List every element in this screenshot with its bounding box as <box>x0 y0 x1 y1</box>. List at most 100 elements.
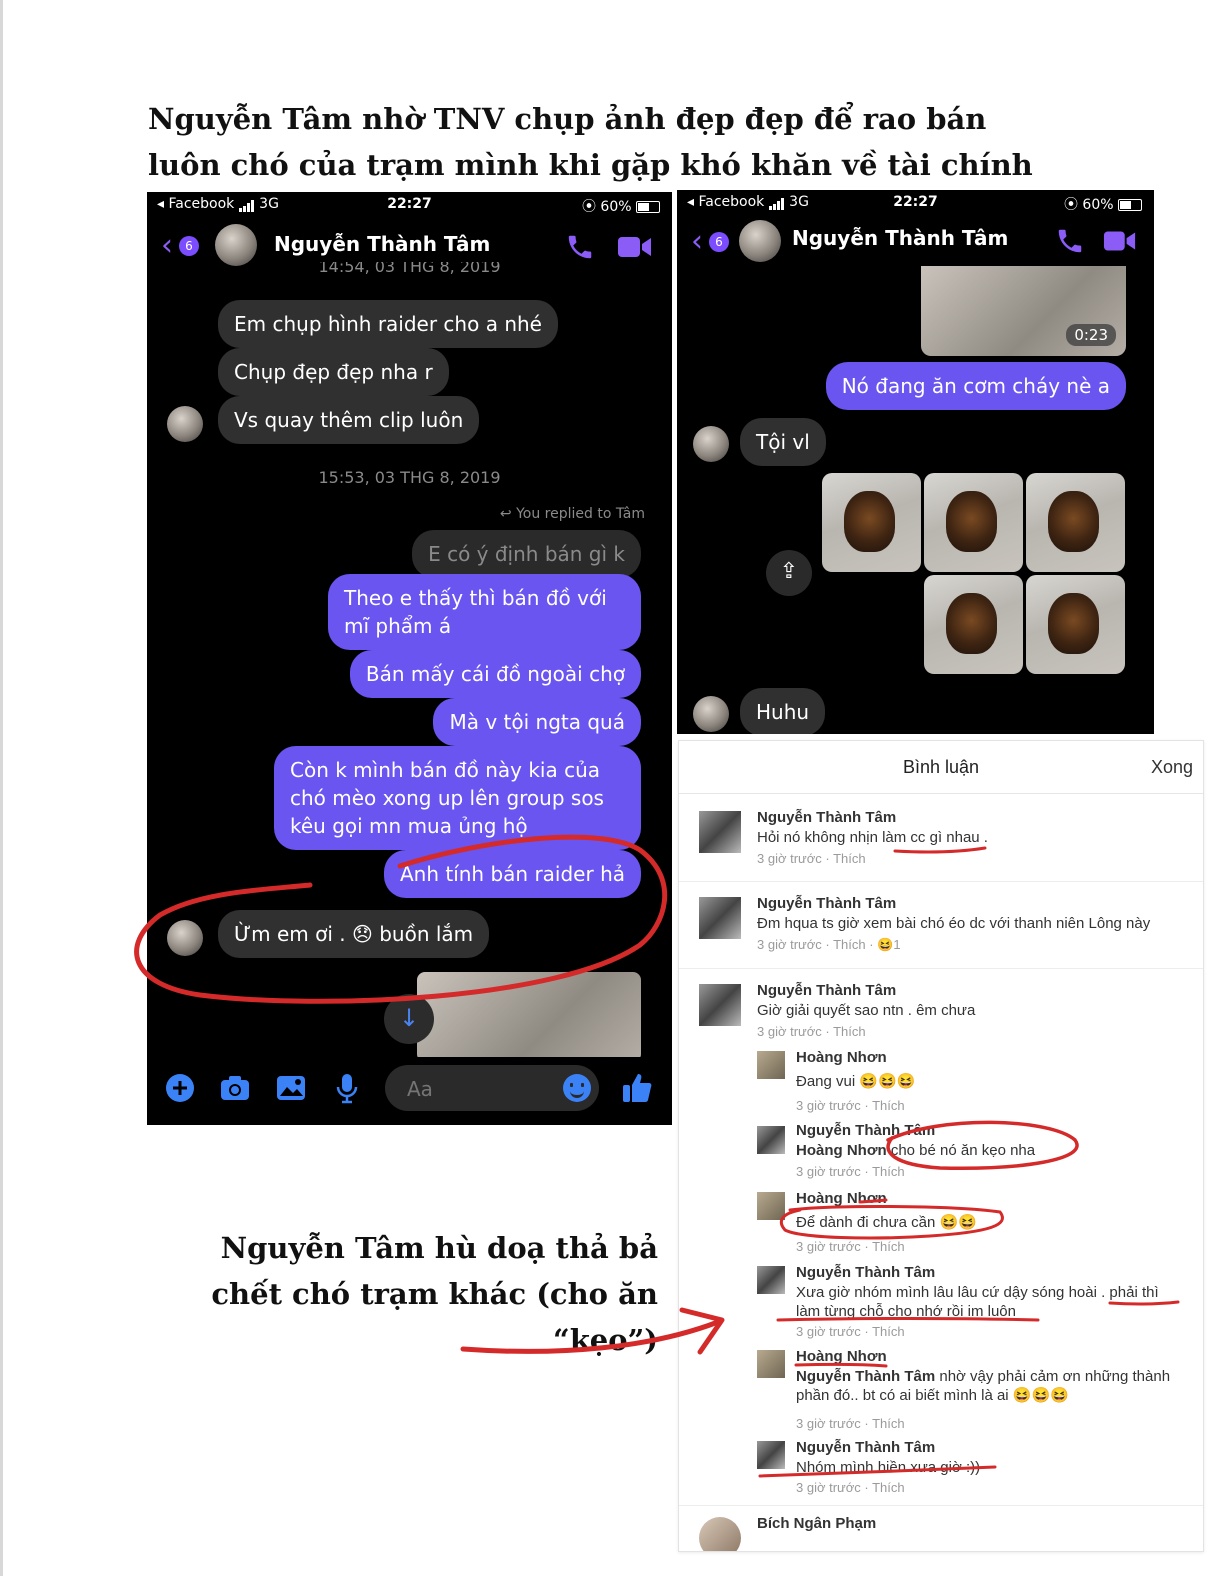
contact-name[interactable]: Nguyễn Thành Tâm <box>274 232 490 256</box>
comments-title: Bình luận <box>902 757 980 777</box>
comment-text: Hỏi nó không nhịn làm cc gì nhau . <box>757 829 988 846</box>
messenger-screenshot-right: ◂ Facebook 3G 22:27 ⦿ 60% ‹ 6 Nguyễn Thàn… <box>677 190 1154 734</box>
dog-photo[interactable] <box>1026 575 1125 674</box>
timestamp: 15:53, 03 THG 8, 2019 <box>318 468 501 487</box>
sender-avatar[interactable] <box>167 406 203 442</box>
reply-icon: ↩ <box>499 506 512 522</box>
heading-bottom: Nguyễn Tâm hù doạ thả bả chết chó trạm k… <box>211 1231 658 1357</box>
commenter-avatar[interactable] <box>757 1051 785 1079</box>
comment-meta[interactable]: 3 giờ trước · Thích <box>796 1098 905 1113</box>
divider <box>679 881 1203 882</box>
message-incoming[interactable]: Tội vl <box>740 418 826 466</box>
video-call-icon[interactable] <box>1103 228 1137 254</box>
dog-photo[interactable] <box>822 473 921 572</box>
back-icon[interactable]: ‹ 6 <box>691 227 729 257</box>
commenter-avatar[interactable] <box>699 984 741 1026</box>
message-outgoing[interactable]: Nó đang ăn cơm cháy nè a <box>825 362 1126 410</box>
tagged-user[interactable]: Nguyễn Thành Tâm <box>796 1368 935 1385</box>
commenter-name[interactable]: Nguyễn Thành Tâm <box>796 1439 935 1456</box>
message-incoming[interactable]: Vs quay thêm clip luôn <box>218 396 480 444</box>
status-bar: ◂ Facebook 3G 22:27 ⦿ 60% <box>677 190 1154 216</box>
gallery-icon[interactable] <box>274 1071 308 1105</box>
reply-note: You replied to Tâm <box>516 506 645 522</box>
phone-icon[interactable] <box>1055 226 1085 256</box>
avatar[interactable] <box>215 224 257 266</box>
message-incoming[interactable]: Ừm em ơi . 😞 buồn lắm <box>218 910 490 958</box>
video-thumbnail[interactable]: 0:23 <box>921 266 1126 356</box>
shared-photo[interactable] <box>417 972 641 1062</box>
video-call-icon[interactable] <box>617 234 653 260</box>
done-button[interactable]: Xong <box>1151 757 1193 778</box>
message-outgoing[interactable]: Còn k mình bán đồ này kia của chó mèo xo… <box>274 746 641 850</box>
message-incoming[interactable]: Huhu <box>740 688 826 734</box>
divider <box>679 1505 1203 1506</box>
commenter-avatar[interactable] <box>757 1441 785 1469</box>
phone-icon[interactable] <box>565 232 595 262</box>
status-battery: 60% <box>1082 197 1114 213</box>
message-incoming[interactable]: Em chụp hình raider cho a nhé <box>218 300 558 348</box>
composer-toolbar <box>147 1057 672 1125</box>
add-icon[interactable] <box>163 1071 197 1105</box>
comment-text: Đang vui 😆😆😆 <box>796 1073 916 1090</box>
comment-meta[interactable]: 3 giờ trước · Thích <box>796 1416 905 1431</box>
commenter-avatar[interactable] <box>699 811 741 853</box>
unread-badge: 6 <box>179 236 199 256</box>
comment-text: cho bé nó ăn kẹo nha <box>890 1142 1036 1159</box>
comment-text: Để dành đi chưa cần 😆😆 <box>796 1214 977 1231</box>
commenter-avatar[interactable] <box>699 897 741 939</box>
chat-header: ‹ 6 Nguyễn Thành Tâm <box>677 214 1154 270</box>
comments-panel: Bình luận Xong Nguyễn Thành Tâm Hỏi nó k… <box>678 740 1204 1552</box>
contact-name[interactable]: Nguyễn Thành Tâm <box>792 226 1008 250</box>
commenter-name[interactable]: Hoàng Nhơn <box>796 1348 887 1365</box>
share-icon[interactable]: ⇪ <box>766 550 812 596</box>
commenter-name[interactable]: Nguyễn Thành Tâm <box>757 895 896 912</box>
battery-icon <box>1118 199 1142 211</box>
message-outgoing[interactable]: Bán mấy cái đồ ngoài chợ <box>349 650 641 698</box>
messenger-screenshot-left: ◂ Facebook 3G 22:27 ⦿ 60% ‹ 6 Nguyễn Thàn… <box>147 192 672 1125</box>
sender-avatar[interactable] <box>167 920 203 956</box>
comment-meta[interactable]: 3 giờ trước · Thích <box>757 1024 866 1039</box>
heading-top: Nguyễn Tâm nhờ TNV chụp ảnh đẹp đẹp để r… <box>148 102 1033 182</box>
commenter-name[interactable]: Hoàng Nhơn <box>796 1190 887 1207</box>
scroll-down-icon[interactable]: ↓ <box>384 994 434 1044</box>
status-battery: 60% <box>600 199 632 215</box>
emoji-icon[interactable] <box>563 1074 591 1102</box>
dog-photo[interactable] <box>1026 473 1125 572</box>
comment-meta[interactable]: 3 giờ trước · Thích <box>796 1324 905 1339</box>
thumbs-up-icon[interactable] <box>620 1071 654 1105</box>
video-duration: 0:23 <box>1066 324 1116 346</box>
commenter-name[interactable]: Bích Ngân Phạm <box>757 1515 876 1532</box>
comment-meta[interactable]: 3 giờ trước · Thích <box>796 1480 905 1495</box>
message-outgoing[interactable]: Anh tính bán raider hả <box>383 850 641 898</box>
avatar[interactable] <box>739 220 781 262</box>
comment-meta[interactable]: 3 giờ trước · Thích · 😆1 <box>757 937 901 953</box>
commenter-name[interactable]: Nguyễn Thành Tâm <box>796 1122 935 1139</box>
comment-meta[interactable]: 3 giờ trước · Thích <box>757 851 866 866</box>
tagged-user[interactable]: Hoàng Nhơn <box>796 1142 887 1159</box>
message-composer[interactable] <box>385 1065 599 1111</box>
camera-icon[interactable] <box>218 1071 252 1105</box>
message-incoming[interactable]: Chụp đẹp đẹp nha r <box>218 348 449 396</box>
commenter-name[interactable]: Nguyễn Thành Tâm <box>757 982 896 999</box>
comment-meta[interactable]: 3 giờ trước · Thích <box>796 1239 905 1254</box>
commenter-name[interactable]: Hoàng Nhơn <box>796 1049 887 1066</box>
quoted-message[interactable]: E có ý định bán gì k <box>412 530 641 578</box>
commenter-name[interactable]: Nguyễn Thành Tâm <box>796 1264 935 1281</box>
sender-avatar[interactable] <box>693 426 729 462</box>
comment-meta[interactable]: 3 giờ trước · Thích <box>796 1164 905 1179</box>
message-outgoing[interactable]: Theo e thấy thì bán đồ với mĩ phẩm á <box>328 574 641 650</box>
microphone-icon[interactable] <box>330 1071 364 1105</box>
commenter-avatar[interactable] <box>757 1350 785 1378</box>
sender-avatar[interactable] <box>693 696 729 732</box>
commenter-name[interactable]: Nguyễn Thành Tâm <box>757 809 896 826</box>
commenter-avatar[interactable] <box>757 1192 785 1220</box>
message-outgoing[interactable]: Mà v tội ngta quá <box>433 698 641 746</box>
dog-photo[interactable] <box>924 575 1023 674</box>
dog-photo[interactable] <box>924 473 1023 572</box>
message-input[interactable] <box>405 1075 559 1103</box>
commenter-avatar[interactable] <box>757 1126 785 1154</box>
battery-icon <box>636 201 660 213</box>
commenter-avatar[interactable] <box>699 1517 741 1551</box>
commenter-avatar[interactable] <box>757 1266 785 1294</box>
back-icon[interactable]: ‹ 6 <box>161 231 199 261</box>
